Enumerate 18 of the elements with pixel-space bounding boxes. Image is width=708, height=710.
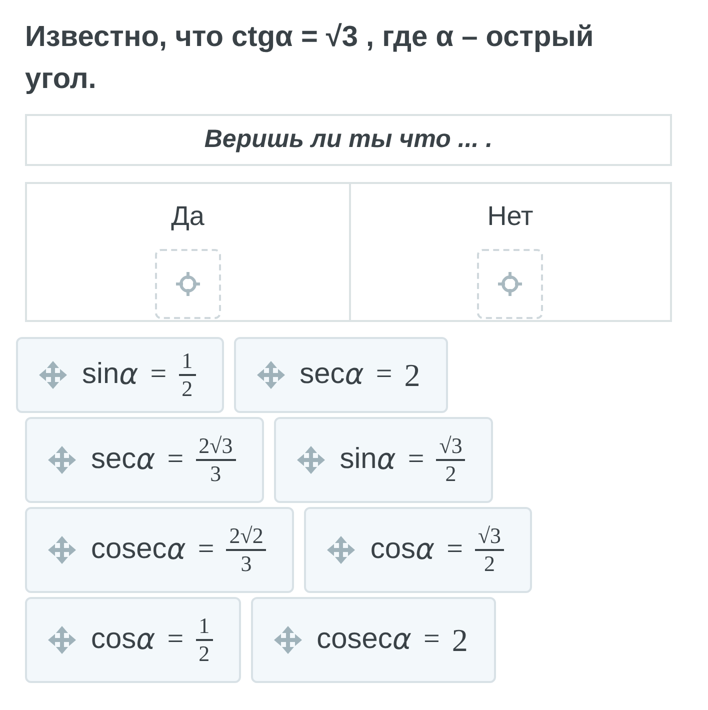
- move-icon: [272, 625, 303, 655]
- answer-card[interactable]: cosecα = 2: [250, 597, 496, 683]
- move-icon: [47, 625, 77, 655]
- crosshair-icon: [174, 270, 201, 296]
- crosshair-icon: [497, 270, 524, 296]
- drop-zone[interactable]: [477, 248, 544, 318]
- move-icon: [47, 445, 77, 475]
- prompt-text: Веришь ли ты что ... .: [204, 124, 493, 156]
- move-icon: [256, 360, 286, 390]
- column-heading: Нет: [487, 200, 534, 233]
- move-icon: [296, 445, 326, 475]
- question-text: Известно, что ctgα = √3 , где α – острый угол.: [25, 20, 595, 97]
- move-icon: [47, 535, 77, 565]
- answer-card[interactable]: secα = 2: [234, 337, 448, 413]
- move-icon: [326, 535, 356, 565]
- column-heading: Да: [171, 200, 204, 233]
- move-icon: [38, 360, 68, 390]
- drop-zone[interactable]: [154, 248, 221, 318]
